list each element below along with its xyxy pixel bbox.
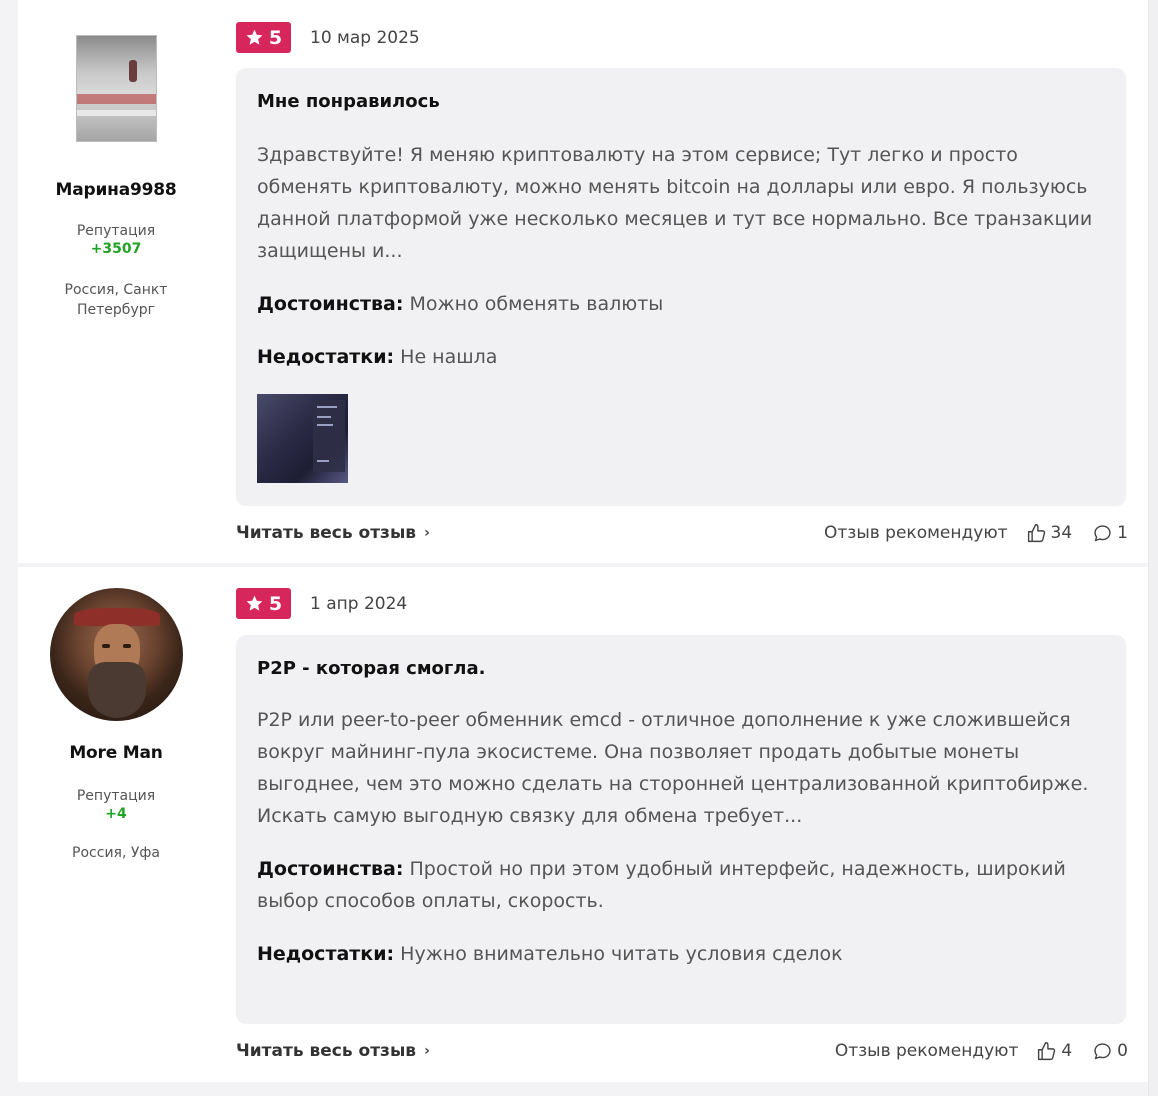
reputation-label: Репутация — [76, 223, 156, 239]
rating-value: 5 — [268, 26, 283, 49]
like-count: 34 — [1050, 523, 1073, 543]
review-meta: 5 1 апр 2024 — [236, 588, 407, 619]
pros-text: Можно обменять валюты — [409, 293, 664, 315]
review-title[interactable]: P2P - которая смогла. — [257, 657, 1105, 681]
author-name[interactable]: Марина9988 — [18, 180, 214, 200]
review-pros: Достоинства: Можно обменять валюты — [257, 288, 1105, 320]
avatar[interactable] — [75, 35, 157, 142]
chevron-right-icon: › — [424, 525, 430, 541]
review-meta: 5 10 мар 2025 — [236, 22, 420, 53]
read-more-label: Читать весь отзыв — [236, 523, 417, 543]
review-stats: Отзыв рекомендуют 34 1 — [824, 523, 1128, 544]
review-footer: Читать весь отзыв › Отзыв рекомендуют 34… — [236, 521, 1128, 545]
reputation-value: +3507 — [90, 241, 142, 257]
comment-bubble-icon — [1094, 524, 1111, 541]
cons-label: Недостатки: — [257, 943, 395, 965]
avatar-detail — [122, 644, 131, 648]
read-more-label: Читать весь отзыв — [236, 1041, 417, 1061]
rating-value: 5 — [268, 592, 283, 615]
thumbnail-detail — [317, 416, 331, 418]
review-pros: Достоинства: Простой но при этом удобный… — [257, 853, 1105, 917]
avatar-detail — [128, 60, 137, 82]
rating-badge: 5 — [236, 22, 291, 53]
review-date: 10 мар 2025 — [310, 27, 420, 48]
review-card: Марина9988 Репутация +3507 Россия, Санкт… — [18, 0, 1148, 563]
like-count: 4 — [1061, 1041, 1073, 1061]
page-scrollbar[interactable] — [1148, 0, 1158, 1096]
like-button[interactable]: 34 — [1026, 523, 1073, 544]
chevron-right-icon: › — [424, 1043, 430, 1059]
review-body[interactable]: Мне понравилось Здравствуйте! Я меняю кр… — [236, 68, 1126, 506]
rating-badge: 5 — [236, 588, 291, 619]
author-name[interactable]: More Man — [18, 743, 214, 763]
review-author: Марина9988 Репутация +3507 Россия, Санкт… — [18, 35, 214, 320]
read-full-review-link[interactable]: Читать весь отзыв › — [236, 1041, 430, 1061]
review-photo-thumbnail[interactable] — [257, 394, 348, 483]
recommend-label: Отзыв рекомендуют — [824, 523, 1008, 543]
review-title[interactable]: Мне понравилось — [257, 90, 1105, 114]
comment-bubble-icon — [1094, 1042, 1111, 1059]
review-text: P2P или peer-to-peer обменник emcd - отл… — [257, 709, 1089, 827]
thumbs-up-icon — [1038, 1041, 1056, 1060]
star-icon — [246, 595, 263, 611]
reputation-label: Репутация — [76, 788, 156, 804]
review-cons: Недостатки: Нужно внимательно читать усл… — [257, 938, 1105, 970]
review-cons: Недостатки: Не нашла — [257, 341, 1105, 373]
thumbs-up-icon — [1027, 523, 1045, 542]
review-text: Здравствуйте! Я меняю криптовалюту на эт… — [257, 144, 1093, 262]
thumbnail-detail — [317, 406, 337, 408]
review-body[interactable]: P2P - которая смогла. P2P или peer-to-pe… — [236, 635, 1126, 1024]
cons-label: Недостатки: — [257, 346, 395, 368]
author-location: Россия, Санкт Петербург — [64, 282, 168, 318]
review-footer: Читать весь отзыв › Отзыв рекомендуют 4 … — [236, 1039, 1128, 1063]
comments-button[interactable]: 1 — [1092, 523, 1128, 544]
avatar[interactable] — [49, 588, 183, 721]
comment-count: 0 — [1117, 1041, 1128, 1061]
cons-text: Нужно внимательно читать условия сделок — [400, 943, 843, 965]
recommend-label: Отзыв рекомендуют — [834, 1041, 1019, 1061]
pros-label: Достоинства: — [257, 858, 404, 880]
avatar-detail — [76, 94, 156, 104]
read-full-review-link[interactable]: Читать весь отзыв › — [236, 523, 430, 543]
reputation-value: +4 — [105, 806, 127, 822]
pros-label: Достоинства: — [257, 293, 404, 315]
star-icon — [246, 29, 263, 45]
cons-text: Не нашла — [400, 346, 498, 368]
comment-count: 1 — [1117, 523, 1128, 543]
avatar-detail — [101, 644, 110, 648]
like-button[interactable]: 4 — [1036, 1041, 1072, 1062]
review-date: 1 апр 2024 — [310, 593, 408, 614]
avatar-detail — [76, 110, 156, 116]
thumbnail-detail — [317, 424, 333, 426]
thumbnail-detail — [317, 460, 329, 462]
avatar-detail — [87, 662, 146, 718]
author-location: Россия, Уфа — [72, 845, 160, 861]
comments-button[interactable]: 0 — [1092, 1041, 1128, 1062]
review-author: More Man Репутация +4 Россия, Уфа — [18, 588, 214, 863]
review-card: More Man Репутация +4 Россия, Уфа 5 1 ап… — [18, 567, 1148, 1082]
review-stats: Отзыв рекомендуют 4 0 — [835, 1041, 1128, 1062]
